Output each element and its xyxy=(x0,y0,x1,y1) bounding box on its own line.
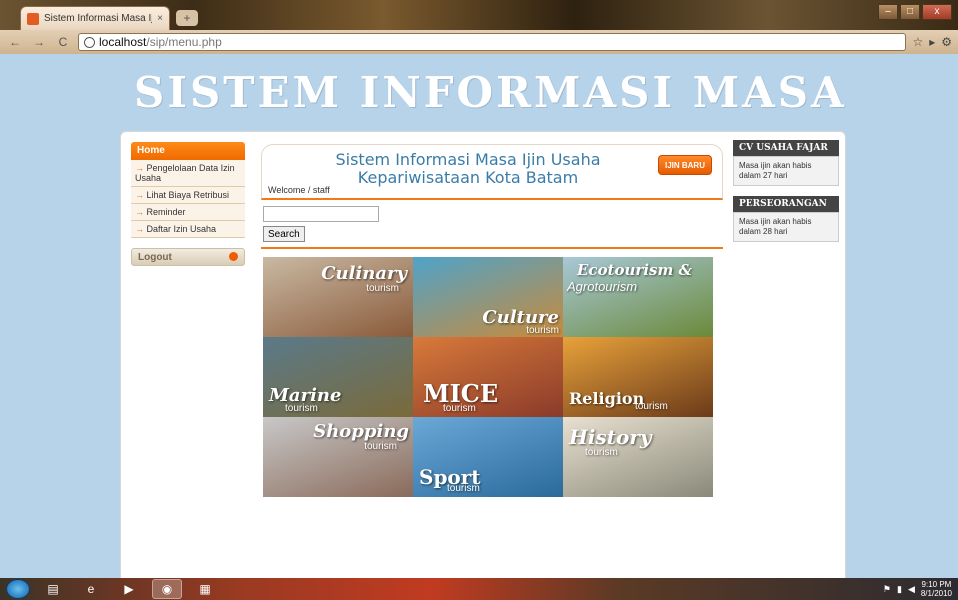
tile-culinary[interactable]: Culinary tourism xyxy=(263,257,413,337)
tab-title: Sistem Informasi Masa Iji... xyxy=(44,13,153,24)
arrow-icon: → xyxy=(135,207,144,217)
tile-marine[interactable]: Marine tourism xyxy=(263,337,413,417)
new-tab-button[interactable]: + xyxy=(176,10,198,26)
main-content: Sistem Informasi Masa Ijin Usaha Kepariw… xyxy=(261,144,723,249)
tile-subtitle: tourism xyxy=(585,447,618,458)
wrench-menu-icon[interactable]: ⚙ xyxy=(941,35,952,49)
tile-subtitle: tourism xyxy=(635,401,668,412)
reminder-body: Masa ijin akan habis dalam 27 hari xyxy=(733,156,839,186)
arrow-icon: → xyxy=(135,224,144,234)
address-bar[interactable]: localhost/sip/menu.php xyxy=(78,33,907,51)
logout-label: Logout xyxy=(138,252,172,263)
left-navigation: Home → Pengelolaan Data Izin Usaha → Lih… xyxy=(131,142,245,266)
tile-religion[interactable]: Religion tourism xyxy=(563,337,713,417)
reminder-sidebar: CV USAHA FAJAR Masa ijin akan habis dala… xyxy=(733,140,839,252)
favicon-icon xyxy=(27,12,39,25)
document-icon[interactable]: ▦ xyxy=(190,579,220,599)
tile-subtitle: tourism xyxy=(447,483,480,494)
nav-item-reminder[interactable]: → Reminder xyxy=(131,204,245,221)
nav-item-label: Daftar Izin Usaha xyxy=(146,224,217,234)
tile-title: Ecotourism & xyxy=(577,261,693,279)
chrome-icon[interactable]: ◉ xyxy=(152,579,182,599)
url-host: localhost xyxy=(99,35,147,49)
reminder-box: PERSEORANGAN Masa ijin akan habis dalam … xyxy=(733,196,839,242)
site-banner: SISTEM INFORMASI MASA IJIN USAHA KEPA xyxy=(134,68,860,117)
reminder-body: Masa ijin akan habis dalam 28 hari xyxy=(733,212,839,242)
maximize-button[interactable]: □ xyxy=(900,4,920,20)
tile-mice[interactable]: MICE tourism xyxy=(413,337,563,417)
tile-subtitle: tourism xyxy=(366,283,399,294)
bookmark-star-icon[interactable]: ☆ xyxy=(912,35,923,49)
search-area: Search xyxy=(261,206,723,242)
tile-subtitle: Agrotourism xyxy=(567,279,638,294)
tile-culture[interactable]: Culture tourism xyxy=(413,257,563,337)
flag-icon[interactable]: ⚑ xyxy=(883,584,891,595)
tile-subtitle: tourism xyxy=(443,403,476,414)
tile-subtitle: tourism xyxy=(364,441,397,452)
nav-item-label: Reminder xyxy=(146,207,186,217)
internet-explorer-icon[interactable]: e xyxy=(76,579,106,599)
reminder-box: CV USAHA FAJAR Masa ijin akan habis dala… xyxy=(733,140,839,186)
start-button[interactable] xyxy=(6,579,30,599)
tile-title: Religion xyxy=(569,389,645,408)
tile-title: Shopping xyxy=(313,421,409,442)
reminder-title: CV USAHA FAJAR xyxy=(733,140,839,156)
minimize-button[interactable]: – xyxy=(878,4,898,20)
windows-taskbar: ▤ e ▶ ◉ ▦ ⚑ ▮ ◀ 9:10 PM 8/1/2010 xyxy=(0,578,958,600)
arrow-icon: → xyxy=(135,190,144,200)
logout-button[interactable]: Logout xyxy=(131,248,245,266)
tile-sport[interactable]: Sport tourism xyxy=(413,417,563,497)
nav-item-daftar-izin[interactable]: → Daftar Izin Usaha xyxy=(131,221,245,238)
page-container: Home → Pengelolaan Data Izin Usaha → Lih… xyxy=(120,131,846,579)
ijin-baru-button[interactable]: IJIN BARU xyxy=(658,155,712,175)
nav-item-biaya-retribusi[interactable]: → Lihat Biaya Retribusi xyxy=(131,187,245,204)
browser-toolbar: ← → C localhost/sip/menu.php ☆ ▸ ⚙ xyxy=(0,30,958,54)
clock-time: 9:10 PM xyxy=(921,580,952,589)
tile-subtitle: tourism xyxy=(285,403,318,414)
explorer-icon[interactable]: ▤ xyxy=(38,579,68,599)
welcome-text: Welcome / staff xyxy=(268,185,330,195)
clock-date: 8/1/2010 xyxy=(920,589,952,598)
page-menu-icon[interactable]: ▸ xyxy=(929,35,935,49)
reload-button[interactable]: C xyxy=(54,34,72,50)
system-tray: ⚑ ▮ ◀ 9:10 PM 8/1/2010 xyxy=(883,580,952,598)
reminder-title: PERSEORANGAN xyxy=(733,196,839,212)
nav-home[interactable]: Home xyxy=(131,142,245,160)
tile-history[interactable]: History tourism xyxy=(563,417,713,497)
tile-title: Culinary xyxy=(321,263,407,284)
tile-shopping[interactable]: Shopping tourism xyxy=(263,417,413,497)
globe-icon xyxy=(84,36,95,48)
nav-item-label: Lihat Biaya Retribusi xyxy=(146,190,230,200)
tab-strip: Sistem Informasi Masa Iji... × + – □ x xyxy=(0,0,958,30)
window-controls: – □ x xyxy=(878,4,952,20)
tab-close-icon[interactable]: × xyxy=(157,13,163,24)
forward-button[interactable]: → xyxy=(30,34,48,50)
divider xyxy=(261,247,723,249)
main-header: Sistem Informasi Masa Ijin Usaha Kepariw… xyxy=(261,144,723,200)
nav-item-label: Pengelolaan Data Izin Usaha xyxy=(135,163,235,183)
power-icon xyxy=(229,252,238,261)
tourism-grid: Culinary tourism Culture tourism Ecotouris… xyxy=(263,257,713,497)
nav-item-pengelolaan[interactable]: → Pengelolaan Data Izin Usaha xyxy=(131,160,245,187)
tile-ecotourism[interactable]: Ecotourism & Agrotourism xyxy=(563,257,713,337)
search-button[interactable]: Search xyxy=(263,226,305,242)
clock[interactable]: 9:10 PM 8/1/2010 xyxy=(921,580,952,598)
browser-tab[interactable]: Sistem Informasi Masa Iji... × xyxy=(20,6,170,30)
url-path: /sip/menu.php xyxy=(146,35,222,49)
network-icon[interactable]: ▮ xyxy=(897,584,902,595)
page-title: Sistem Informasi Masa Ijin Usaha Kepariw… xyxy=(335,150,601,187)
close-window-button[interactable]: x xyxy=(922,4,952,20)
media-player-icon[interactable]: ▶ xyxy=(114,579,144,599)
back-button[interactable]: ← xyxy=(6,34,24,50)
volume-icon[interactable]: ◀ xyxy=(908,584,915,595)
tile-title: History xyxy=(569,425,652,449)
tile-subtitle: tourism xyxy=(526,325,559,336)
arrow-icon: → xyxy=(135,163,144,173)
search-input[interactable] xyxy=(263,206,379,222)
